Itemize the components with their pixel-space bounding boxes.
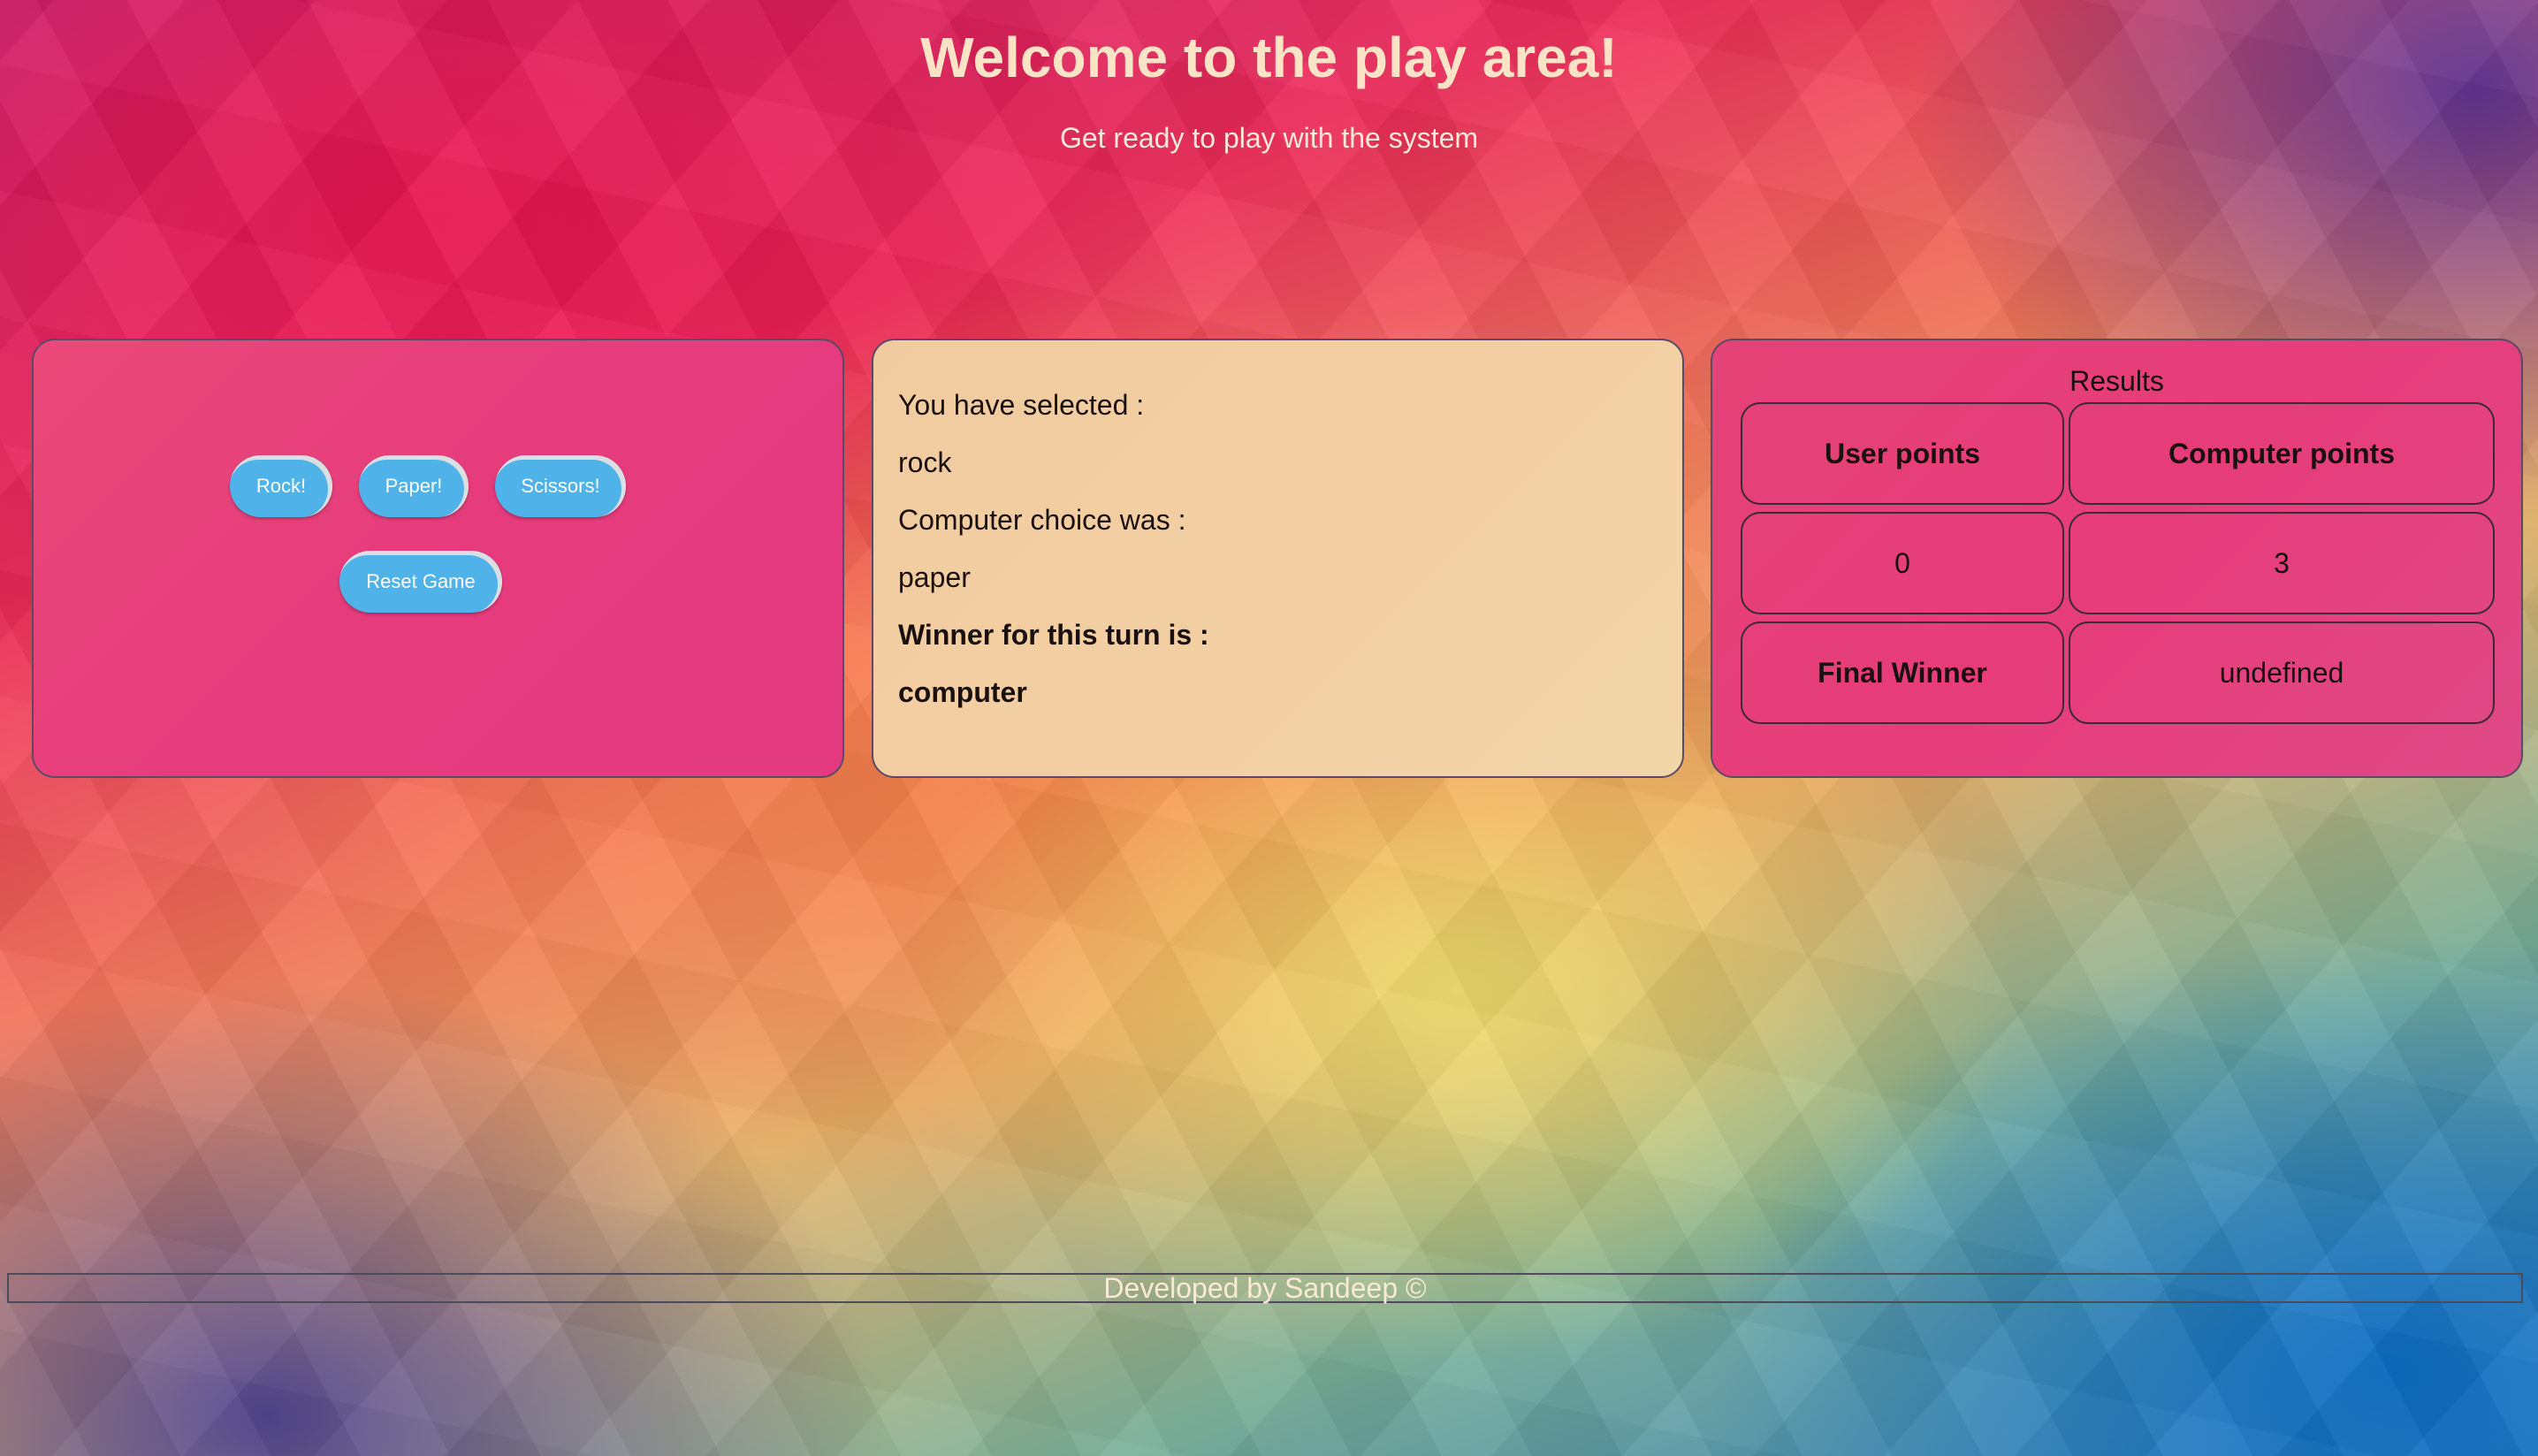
user-points-value: 0 bbox=[1741, 512, 2064, 614]
final-winner-header: Final Winner bbox=[1741, 621, 2064, 724]
controls-panel: Rock! Paper! Scissors! Reset Game bbox=[32, 339, 844, 778]
footer: Developed by Sandeep © bbox=[7, 1273, 2523, 1303]
page-subtitle: Get ready to play with the system bbox=[1059, 122, 1479, 154]
rock-button[interactable]: Rock! bbox=[230, 455, 332, 517]
results-caption: Results bbox=[2069, 365, 2164, 397]
status-panel: You have selected : rock Computer choice… bbox=[872, 339, 1684, 778]
paper-button[interactable]: Paper! bbox=[359, 455, 469, 517]
winner-value: computer bbox=[898, 676, 1027, 708]
computer-choice-value: paper bbox=[898, 561, 971, 593]
computer-choice-caption: Computer choice was : bbox=[898, 504, 1186, 536]
user-points-header: User points bbox=[1741, 402, 2064, 505]
page-title: Welcome to the play area! bbox=[920, 26, 1618, 89]
reset-game-button[interactable]: Reset Game bbox=[339, 551, 502, 613]
computer-points-value: 3 bbox=[2069, 512, 2495, 614]
computer-points-header: Computer points bbox=[2069, 402, 2495, 505]
scissors-button[interactable]: Scissors! bbox=[495, 455, 626, 517]
winner-caption: Winner for this turn is : bbox=[898, 619, 1209, 651]
results-panel: Results User points Computer points 0 3 … bbox=[1711, 339, 2523, 778]
final-winner-value: undefined bbox=[2069, 621, 2495, 724]
selected-value: rock bbox=[898, 446, 952, 478]
footer-text: Developed by Sandeep © bbox=[1103, 1272, 1427, 1304]
selected-caption: You have selected : bbox=[898, 389, 1145, 421]
